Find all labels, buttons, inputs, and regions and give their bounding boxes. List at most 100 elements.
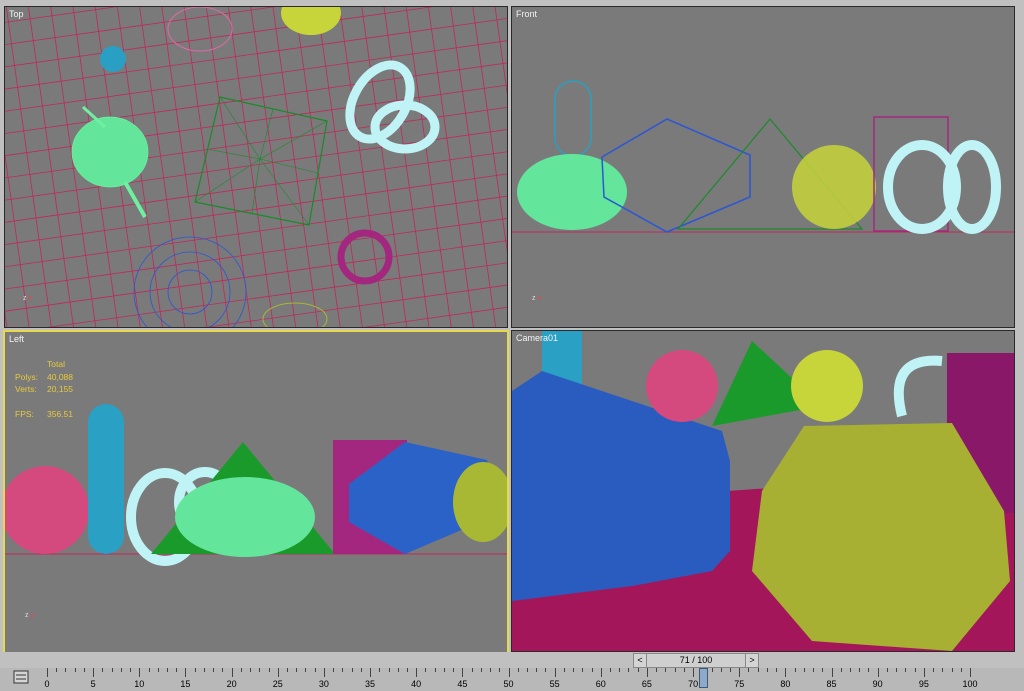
track-tick [379, 668, 381, 672]
track-tick [859, 668, 861, 672]
track-tick [970, 668, 971, 677]
track-bar[interactable]: 0 5 10 15 20 25 30 35 40 45 50 55 60 65 70 75 80 85 90 95 10… [0, 668, 1024, 691]
track-tick [730, 668, 732, 672]
viewport-label-camera: Camera01 [516, 333, 559, 343]
grid-line [244, 7, 304, 327]
track-tick [480, 668, 482, 672]
polys-value: 40,088 [47, 371, 73, 382]
track-tick [213, 668, 215, 672]
track-tick [831, 668, 833, 677]
track-label: 95 [918, 679, 929, 689]
viewport-camera[interactable]: Camera01 [511, 330, 1015, 652]
track-tick [351, 668, 353, 672]
plane-wire [194, 96, 328, 226]
track-tick [757, 668, 759, 672]
track-tick [674, 668, 676, 672]
time-marker[interactable] [699, 668, 708, 688]
track-tick [563, 668, 565, 672]
track-tick [397, 668, 399, 672]
track-tick [508, 668, 510, 677]
axis-gizmo-top: z x [23, 295, 32, 302]
track-tick [47, 668, 48, 677]
track-tick [554, 668, 556, 677]
track-tick [416, 668, 418, 677]
track-tick [766, 668, 768, 672]
track-tick [545, 668, 547, 672]
track-tick [656, 668, 658, 672]
time-slider[interactable]: < 71 / 100 > [633, 653, 759, 668]
track-tick [185, 668, 187, 677]
track-label: 40 [411, 679, 422, 689]
grid-line [462, 7, 507, 327]
grid-line [5, 7, 507, 76]
track-tick [803, 668, 805, 672]
capsule-wire [554, 80, 592, 157]
track-tick [314, 668, 316, 672]
viewport-left[interactable]: Left Total Polys: 40,088 Verts: 20,155 FPS… [3, 330, 509, 654]
viewport-top[interactable]: Top z x [4, 6, 508, 328]
track-tick [120, 668, 122, 672]
viewport-front[interactable]: Front z x [511, 6, 1015, 328]
capsule-left [88, 404, 124, 554]
sphere-front [792, 145, 876, 229]
track-tick [56, 668, 58, 672]
track-tick [693, 668, 695, 677]
verts-value: 20,155 [47, 384, 73, 394]
track-tick [296, 668, 298, 672]
track-tick [240, 668, 242, 672]
track-tick [102, 668, 104, 672]
polys-label: Polys: [15, 371, 39, 382]
track-label: 25 [272, 679, 283, 689]
track-tick [370, 668, 372, 677]
axis-x: x [28, 295, 32, 302]
track-label: 55 [549, 679, 560, 689]
track-tick [573, 668, 575, 672]
track-tick [536, 668, 538, 672]
track-tick [323, 668, 325, 677]
axis-z: z [532, 295, 536, 302]
frame-counter[interactable]: 71 / 100 [646, 654, 746, 667]
axis-y: y [30, 612, 34, 619]
teapot-left [175, 477, 315, 557]
track-tick [286, 668, 288, 672]
track-tick [139, 668, 141, 677]
track-label: 85 [826, 679, 837, 689]
track-tick [951, 668, 953, 672]
track-tick [222, 668, 224, 672]
grid-line [5, 165, 507, 250]
axis-gizmo-left: z y [25, 612, 34, 619]
track-tick [388, 668, 390, 672]
track-tick [896, 668, 898, 672]
track-tick [776, 668, 778, 672]
track-label: 75 [734, 679, 745, 689]
track-tick [628, 668, 630, 672]
small-sphere [100, 46, 126, 72]
grid-line [418, 7, 479, 327]
track-tick [600, 668, 602, 677]
track-tick [74, 668, 76, 672]
track-tick [637, 668, 639, 672]
track-tick [646, 668, 648, 677]
track-tick [868, 668, 870, 672]
track-tick [526, 668, 528, 672]
track-tick [83, 668, 85, 672]
prev-frame-button[interactable]: < [634, 654, 646, 667]
track-label: 65 [641, 679, 652, 689]
sphere-camera [791, 350, 863, 422]
grid-line [179, 7, 239, 327]
track-tick [517, 668, 519, 672]
timeline-config-icon[interactable] [13, 670, 29, 684]
geosphere-camera [646, 350, 718, 422]
track-tick [490, 668, 492, 672]
track-label: 50 [503, 679, 514, 689]
front-viewport-scene [512, 80, 1014, 234]
stats-total-label: Total [47, 359, 65, 369]
track-tick [933, 668, 935, 672]
track-tick [434, 668, 436, 672]
next-frame-button[interactable]: > [746, 654, 758, 667]
track-tick [342, 668, 344, 672]
track-tick [65, 668, 67, 672]
track-label: 45 [457, 679, 468, 689]
track-tick [813, 668, 815, 672]
track-tick [840, 668, 842, 672]
